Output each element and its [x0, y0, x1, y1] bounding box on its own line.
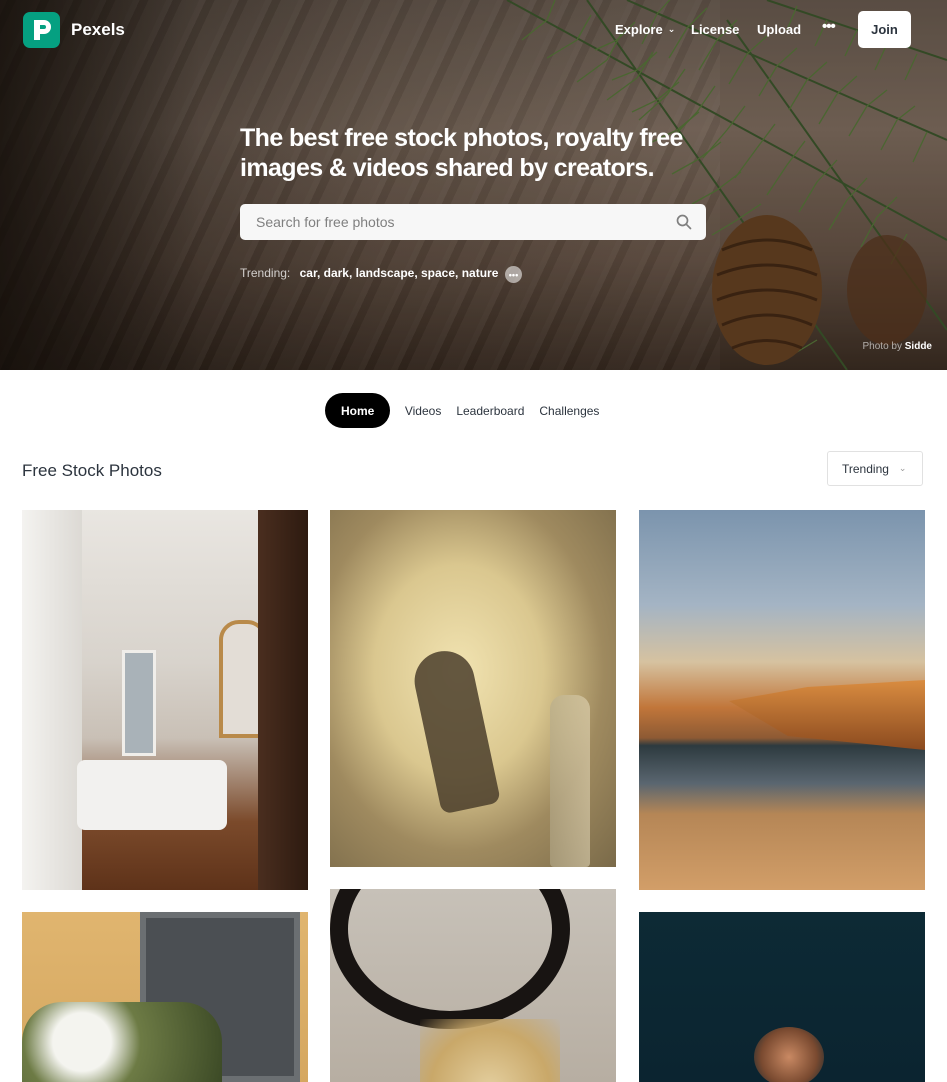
nav-explore[interactable]: Explore ⌄: [615, 22, 675, 37]
photo-card-night-portrait[interactable]: [639, 912, 925, 1082]
pexels-logo[interactable]: [23, 12, 60, 48]
feed-title: Free Stock Photos: [22, 461, 162, 480]
more-options-icon[interactable]: •••: [822, 18, 836, 35]
pexels-logo-icon: [33, 20, 51, 40]
trending-tags[interactable]: car, dark, landscape, space, nature: [300, 266, 499, 280]
trending-label: Trending:: [240, 266, 291, 280]
trending-searches: Trending: car, dark, landscape, space, n…: [240, 266, 498, 280]
tab-challenges[interactable]: Challenges: [532, 393, 607, 428]
trending-more-icon[interactable]: •••: [505, 266, 522, 283]
photo-credit: Photo by Sidde: [863, 341, 933, 352]
tab-videos[interactable]: Videos: [397, 393, 448, 428]
join-button[interactable]: Join: [858, 11, 911, 48]
photo-card-mirror[interactable]: [330, 889, 616, 1082]
tab-home[interactable]: Home: [325, 393, 391, 428]
hero-banner: Pexels Explore ⌄ License Upload ••• Join …: [0, 0, 947, 370]
photo-card-coastline[interactable]: [639, 510, 925, 890]
sort-dropdown[interactable]: Trending ⌄: [827, 451, 923, 486]
tab-leaderboard[interactable]: Leaderboard: [449, 393, 532, 428]
photo-card-window-flowers[interactable]: [22, 912, 308, 1082]
search-icon[interactable]: [676, 214, 692, 230]
nav-upload[interactable]: Upload: [757, 22, 801, 37]
sort-dropdown-value: Trending: [842, 461, 889, 476]
brand-name[interactable]: Pexels: [71, 20, 125, 40]
photo-credit-author[interactable]: Sidde: [905, 341, 932, 352]
chevron-down-icon: ⌄: [898, 463, 907, 473]
photo-card-hand-shadow[interactable]: [330, 510, 616, 867]
nav-explore-label: Explore: [615, 22, 663, 37]
nav-license[interactable]: License: [691, 22, 739, 37]
chevron-down-icon: ⌄: [667, 24, 676, 34]
top-navigation: Pexels Explore ⌄ License Upload ••• Join: [0, 0, 947, 60]
photo-credit-prefix: Photo by: [862, 341, 902, 352]
search-bar: [240, 204, 706, 240]
photo-card-bedroom[interactable]: [22, 510, 308, 890]
section-tabs: Home Videos Leaderboard Challenges: [325, 393, 607, 428]
search-input[interactable]: [240, 204, 676, 240]
hero-headline: The best free stock photos, royalty free…: [240, 124, 683, 182]
